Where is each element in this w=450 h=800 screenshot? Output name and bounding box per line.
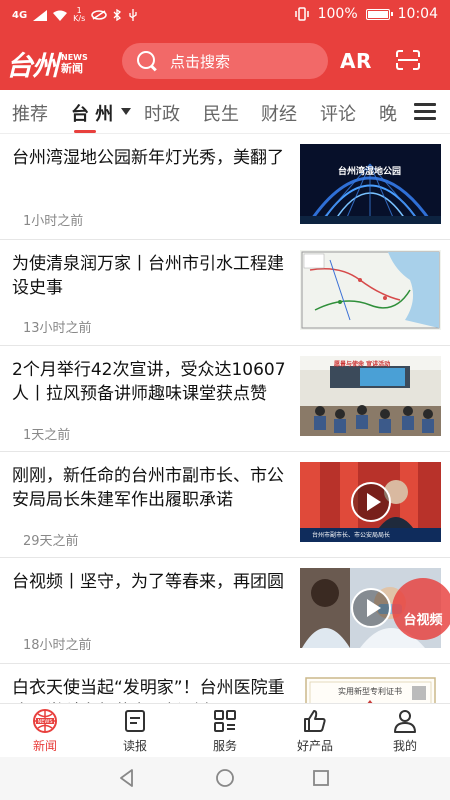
network-speed: 1 K/s	[73, 7, 85, 23]
news-thumbnail	[300, 250, 441, 330]
status-bar: 4G 1 K/s 100% 10:04	[0, 0, 450, 32]
news-time: 1天之前	[23, 428, 71, 443]
thumbnail-caption: 台州湾湿地公园	[338, 167, 402, 177]
news-time: 13小时之前	[23, 321, 92, 336]
news-item[interactable]: 2个月举行42次宣讲，受众达10607人丨拉风预备讲师趣味课堂获点赞 1天之前	[0, 346, 450, 452]
nav-profile-label: 我的	[392, 739, 417, 753]
video-float-button[interactable]: 台视频	[392, 578, 450, 640]
play-icon[interactable]	[350, 482, 391, 522]
back-icon[interactable]	[117, 768, 137, 788]
home-icon[interactable]	[215, 768, 235, 788]
news-item[interactable]: 台州湾湿地公园新年灯光秀，美翻了 1小时之前 台州湾湿地公园	[0, 134, 450, 240]
news-item[interactable]: 为使清泉润万家丨台州市引水工程建设史事 13小时之前	[0, 240, 450, 346]
nav-service[interactable]: 服务	[185, 708, 265, 754]
nav-service-label: 服务	[212, 739, 237, 753]
ar-button[interactable]: AR	[340, 49, 372, 73]
news-thumbnail: 愿景与使命 宣讲活动	[300, 356, 441, 436]
active-tab-indicator	[74, 130, 96, 133]
chevron-down-icon[interactable]	[121, 108, 131, 115]
battery-percent: 100%	[317, 6, 358, 22]
nav-news[interactable]: NEWS 新闻	[5, 708, 85, 754]
menu-icon[interactable]	[414, 103, 436, 121]
video-float-label: 台视频	[403, 612, 443, 628]
news-time: 29天之前	[23, 534, 79, 549]
news-title: 台视频丨坚守，为了等春来，再团圆	[12, 572, 284, 592]
logo-en: NEWS	[61, 52, 88, 62]
news-title: 刚刚，新任命的台州市副市长、市公安局局长朱建军作出履职承诺	[12, 466, 284, 510]
status-right: 100% 10:04	[294, 6, 438, 22]
status-left: 4G 1 K/s	[12, 7, 138, 23]
tab-livelihood[interactable]: 民生	[203, 100, 239, 126]
video-thumbnail[interactable]: 台州市副市长、市公安局局长	[300, 462, 441, 542]
tab-evening[interactable]: 晚	[379, 100, 397, 126]
tab-comment[interactable]: 评论	[320, 100, 356, 126]
news-item[interactable]: 刚刚，新任命的台州市副市长、市公安局局长朱建军作出履职承诺 29天之前 台州市副…	[0, 452, 450, 558]
search-bar[interactable]: 点击搜索	[122, 43, 328, 79]
battery-level	[367, 10, 388, 18]
tab-taizhou[interactable]: 台 州	[71, 100, 113, 126]
clock: 10:04	[397, 6, 438, 22]
news-title: 2个月举行42次宣讲，受众达10607人丨拉风预备讲师趣味课堂获点赞	[12, 360, 286, 404]
news-title: 白衣天使当起“发明家”！台州医院重症医学科去年获实用新型专	[12, 678, 285, 703]
app-logo[interactable]: 台州 NEWS 新闻	[6, 44, 88, 83]
news-item[interactable]: 白衣天使当起“发明家”！台州医院重症医学科去年获实用新型专 实用新型专利证书	[0, 664, 450, 703]
news-title: 台州湾湿地公园新年灯光秀，美翻了	[12, 148, 284, 168]
search-icon	[136, 50, 158, 72]
user-icon	[394, 710, 416, 733]
bluetooth-icon	[113, 9, 122, 21]
logo-text: 台州	[6, 51, 59, 82]
tab-recommend[interactable]: 推荐	[12, 100, 48, 126]
nav-newspaper[interactable]: 读报	[95, 708, 175, 754]
signal-icon	[33, 9, 48, 21]
newspaper-icon	[125, 710, 145, 732]
category-tabs: 推荐 台 州 时政 民生 财经 评论 晚	[0, 90, 450, 134]
news-thumbnail: 实用新型专利证书	[300, 674, 441, 703]
news-icon: NEWS	[33, 709, 57, 733]
news-item[interactable]: 台视频丨坚守，为了等春来，再团圆 18小时之前	[0, 558, 450, 664]
grid-icon	[214, 710, 236, 732]
signal-label: 4G	[12, 9, 28, 21]
news-thumbnail: 台州湾湿地公园	[300, 144, 441, 224]
tab-politics[interactable]: 时政	[144, 100, 180, 126]
scan-icon[interactable]	[396, 50, 420, 70]
thumbnail-caption: 实用新型专利证书	[338, 687, 402, 696]
system-nav-bar	[0, 757, 450, 800]
logo-sub: 新闻	[61, 61, 83, 75]
news-title: 为使清泉润万家丨台州市引水工程建设史事	[12, 254, 284, 298]
logo-side: NEWS 新闻	[61, 52, 88, 75]
news-time: 1小时之前	[23, 214, 84, 229]
tab-finance[interactable]: 财经	[261, 100, 297, 126]
news-time: 18小时之前	[23, 638, 92, 653]
nav-products[interactable]: 好产品	[275, 708, 355, 754]
usb-icon	[129, 9, 137, 21]
thumbs-up-icon	[304, 710, 326, 732]
nav-news-label: 新闻	[32, 739, 57, 753]
svg-text:NEWS: NEWS	[37, 719, 52, 725]
nav-newspaper-label: 读报	[122, 739, 147, 753]
news-list: 台州湾湿地公园新年灯光秀，美翻了 1小时之前 台州湾湿地公园 为使清泉润万家丨台…	[0, 134, 450, 703]
thumbnail-caption: 台州市副市长、市公安局局长	[312, 532, 391, 539]
bottom-nav: NEWS 新闻 读报 服务 好产品 我的	[0, 703, 450, 757]
wifi-icon	[53, 10, 68, 21]
thumbnail-caption: 愿景与使命 宣讲活动	[334, 361, 391, 368]
nav-profile[interactable]: 我的	[365, 708, 445, 754]
vibrate-icon	[294, 7, 309, 21]
speed-unit: K/s	[73, 14, 86, 23]
nav-products-label: 好产品	[296, 739, 333, 753]
recents-icon[interactable]	[311, 768, 331, 788]
battery-icon	[365, 8, 393, 20]
eye-icon	[91, 10, 108, 20]
play-icon[interactable]	[350, 588, 391, 628]
search-placeholder: 点击搜索	[170, 52, 231, 71]
app-header: 台州 NEWS 新闻 点击搜索 AR	[0, 32, 450, 90]
